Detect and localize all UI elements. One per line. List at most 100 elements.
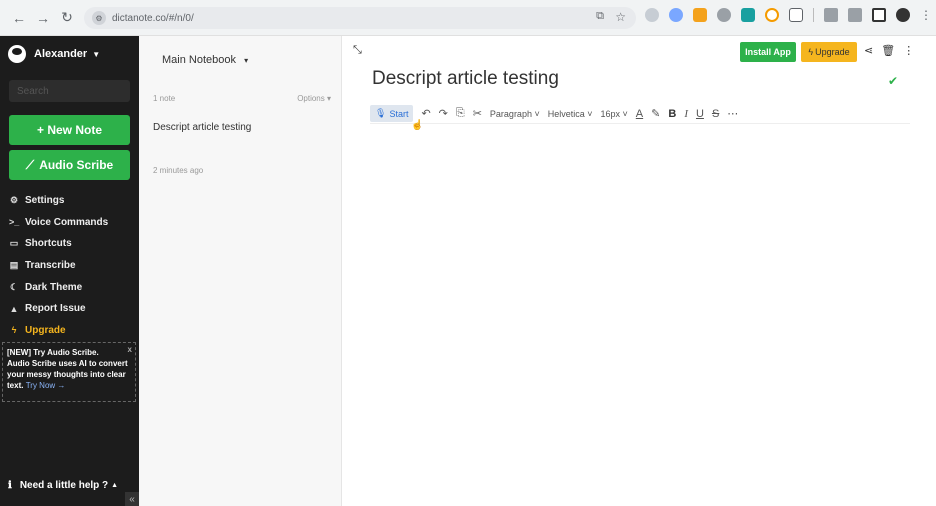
more-icon[interactable]: ⋯: [727, 107, 738, 120]
highlight-icon[interactable]: ✎: [651, 107, 660, 120]
text-color-icon[interactable]: A: [636, 108, 643, 120]
bold-icon[interactable]: B: [668, 108, 676, 120]
forward-button[interactable]: →: [32, 7, 54, 29]
keyboard-icon: ▭: [9, 238, 19, 249]
app-sidebar: Alexander ▼ Search + New Note ⟋ Audio Sc…: [0, 36, 139, 506]
underline-icon[interactable]: U: [696, 108, 704, 120]
cast-icon[interactable]: ⧉: [596, 10, 604, 23]
puzzle-icon[interactable]: [789, 8, 803, 22]
strikethrough-icon[interactable]: S: [712, 108, 719, 120]
download-icon[interactable]: [848, 8, 862, 22]
warning-icon: ▲: [9, 303, 19, 314]
back-button[interactable]: ←: [8, 7, 30, 29]
extension-icon[interactable]: [741, 8, 755, 22]
expand-icon[interactable]: ⤡: [353, 44, 362, 57]
info-icon: ℹ: [8, 480, 12, 491]
editor-toolbar: 🎙 Start ↶ ↷ ⎘ ✂ Paragraph ˅ Helvetica ˅ …: [370, 104, 910, 124]
sidebar-item-label: Shortcuts: [25, 238, 72, 250]
upgrade-label: Upgrade: [815, 47, 850, 57]
editor-top-icons: ⋖ 🗑 ⋮: [864, 44, 914, 57]
user-name: Alexander: [34, 48, 88, 60]
browser-menu-icon[interactable]: ⋮: [920, 8, 934, 22]
chevron-down-icon: ▾: [244, 56, 249, 65]
wand-icon: ⟋: [25, 157, 35, 172]
font-select[interactable]: Helvetica ˅: [548, 109, 593, 119]
notebook-selector[interactable]: Main Notebook ▾: [162, 54, 248, 66]
more-options-icon[interactable]: ⋮: [903, 44, 914, 57]
reload-button[interactable]: ↻: [56, 7, 78, 29]
sidebar-item-settings[interactable]: ⚙ Settings: [9, 190, 108, 212]
user-menu[interactable]: Alexander ▼: [8, 45, 100, 63]
sidebar-item-upgrade[interactable]: ϟ Upgrade: [9, 320, 108, 342]
bolt-icon: ϟ: [11, 325, 17, 336]
extension-icon[interactable]: [645, 8, 659, 22]
cut-icon[interactable]: ✂: [473, 107, 482, 120]
paragraph-select[interactable]: Paragraph ˅: [490, 109, 540, 119]
audio-scribe-button[interactable]: ⟋ Audio Scribe: [9, 150, 130, 180]
notes-meta-row: 1 note Options ▾: [153, 94, 331, 103]
help-label: Need a little help ?: [19, 480, 109, 491]
microphone-icon: 🎙: [375, 108, 387, 118]
extension-icon[interactable]: [717, 8, 731, 22]
new-note-button[interactable]: + New Note: [9, 115, 130, 145]
bolt-icon: ϟ: [808, 47, 814, 57]
sidebar-item-dark-theme[interactable]: ☾ Dark Theme: [9, 276, 108, 298]
redo-icon[interactable]: ↷: [439, 107, 448, 120]
start-dictation-button[interactable]: 🎙 Start: [370, 105, 414, 122]
address-bar[interactable]: ⚙ dictanote.co/#/n/0/ ⧉ ☆: [84, 7, 636, 29]
extension-icon[interactable]: [693, 8, 707, 22]
help-menu[interactable]: ℹ Need a little help ? ▲: [8, 480, 118, 491]
start-label: Start: [389, 108, 409, 119]
bookmark-star-icon[interactable]: ☆: [615, 10, 626, 24]
font-value: Helvetica: [547, 108, 585, 119]
copy-icon[interactable]: ⎘: [456, 107, 465, 120]
tab-search-icon[interactable]: [824, 8, 838, 22]
notes-list-panel: Main Notebook ▾ 1 note Options ▾ Descrip…: [139, 36, 342, 506]
sidebar-item-transcribe[interactable]: ▤ Transcribe: [9, 255, 108, 277]
sidebar-item-shortcuts[interactable]: ▭ Shortcuts: [9, 233, 108, 255]
browser-toolbar: ← → ↻ ⚙ dictanote.co/#/n/0/ ⧉ ☆ ⋮: [0, 0, 936, 36]
terminal-icon: >_: [9, 217, 20, 228]
sidebar-item-report-issue[interactable]: ▲ Report Issue: [9, 298, 108, 320]
audio-scribe-promo: x [NEW] Try Audio Scribe. Audio Scribe u…: [2, 342, 136, 402]
italic-icon[interactable]: I: [684, 108, 688, 120]
editor-pane: ⤡ Install App ϟ Upgrade ⋖ 🗑 ⋮ Descript a…: [343, 36, 936, 506]
extensions-area: ⋮: [645, 8, 934, 22]
chevron-down-icon: ▼: [92, 49, 101, 59]
font-size-value: 16px: [600, 108, 621, 119]
sidebar-item-label: Upgrade: [25, 324, 66, 336]
sidebar-item-label: Report Issue: [25, 303, 86, 315]
sidebar-item-label: Voice Commands: [25, 216, 109, 228]
install-app-button[interactable]: Install App: [740, 42, 796, 62]
sidebar-item-voice-commands[interactable]: >_ Voice Commands: [9, 212, 108, 234]
toolbar-divider: [813, 8, 814, 22]
search-input[interactable]: Search: [9, 80, 130, 102]
avatar: [8, 45, 26, 63]
side-panel-icon[interactable]: [872, 8, 886, 22]
gear-icon: ⚙: [9, 195, 19, 206]
list-item[interactable]: Descript article testing: [153, 122, 251, 133]
profile-avatar[interactable]: [896, 8, 910, 22]
promo-try-now-link[interactable]: Try Now →: [26, 381, 66, 390]
upgrade-button[interactable]: ϟ Upgrade: [801, 42, 857, 62]
share-icon[interactable]: ⋖: [864, 44, 873, 57]
url-text: dictanote.co/#/n/0/: [112, 12, 194, 24]
note-title[interactable]: Descript article testing: [372, 68, 559, 90]
promo-heading: [NEW] Try Audio Scribe.: [7, 348, 99, 357]
paragraph-value: Paragraph: [489, 108, 532, 119]
extension-icon[interactable]: [669, 8, 683, 22]
sidebar-item-label: Settings: [25, 195, 65, 207]
notebook-name: Main Notebook: [162, 54, 236, 66]
sidebar-item-label: Dark Theme: [25, 281, 83, 293]
extension-icon[interactable]: [765, 8, 779, 22]
moon-icon: ☾: [9, 281, 19, 292]
search-placeholder: Search: [17, 85, 49, 97]
collapse-sidebar-button[interactable]: «: [125, 492, 139, 506]
font-size-select[interactable]: 16px ˅: [601, 109, 628, 119]
trash-icon[interactable]: 🗑: [881, 44, 895, 57]
site-info-icon[interactable]: ⚙: [92, 11, 106, 25]
undo-icon[interactable]: ↶: [421, 107, 430, 120]
note-timestamp: 2 minutes ago: [153, 166, 204, 175]
options-dropdown[interactable]: Options ▾: [297, 94, 331, 103]
close-icon[interactable]: x: [128, 344, 132, 355]
